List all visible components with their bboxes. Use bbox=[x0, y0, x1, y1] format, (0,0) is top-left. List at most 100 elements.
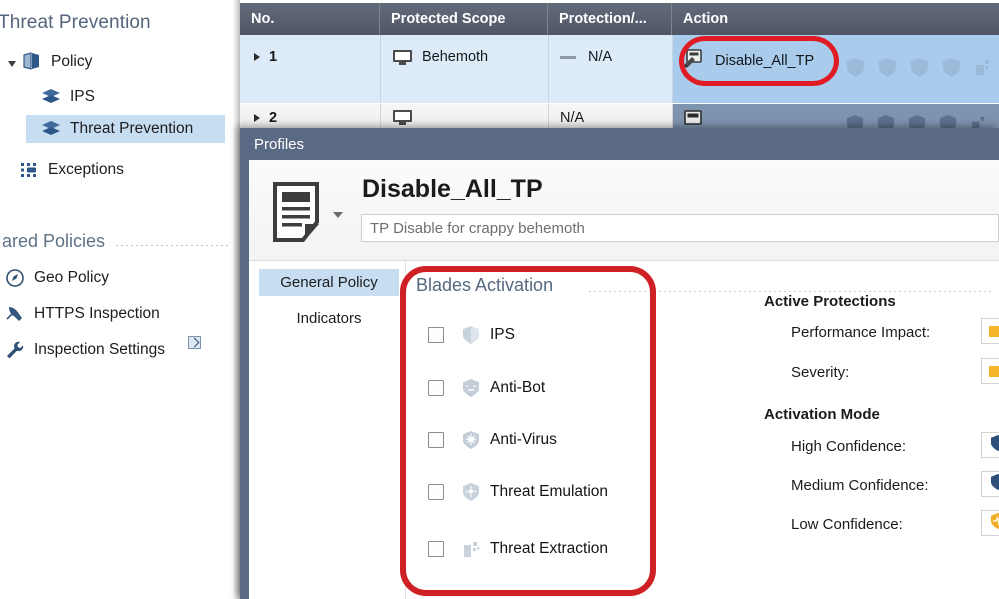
blades-activation-title: Blades Activation bbox=[416, 275, 554, 295]
row-blade-icons bbox=[845, 57, 994, 83]
sidebar-item-geo-policy[interactable]: Geo Policy bbox=[4, 264, 109, 292]
medium-confidence-label: Medium Confidence: bbox=[791, 477, 929, 494]
row-expander[interactable]: 1 bbox=[254, 49, 277, 65]
general-policy-panel: Blades Activation IPS Anti-Bot Anti-Viru… bbox=[406, 261, 999, 599]
anti-virus-icon bbox=[461, 430, 481, 450]
rule-table: No. Protected Scope Protection/... Actio… bbox=[240, 0, 999, 140]
dialog-body: Disable_All_TP TP Disable for crappy beh… bbox=[249, 160, 999, 599]
profile-header: Disable_All_TP TP Disable for crappy beh… bbox=[249, 160, 999, 261]
external-link-icon[interactable] bbox=[188, 336, 201, 349]
monitor-icon bbox=[393, 110, 412, 125]
book-icon bbox=[21, 52, 43, 72]
layers-icon bbox=[40, 119, 62, 139]
checkbox-threat-emulation[interactable] bbox=[428, 484, 444, 500]
shared-policies-header: ared Policies bbox=[2, 231, 106, 251]
blades-activation-dot-rule bbox=[589, 291, 991, 292]
profile-dropdown-caret[interactable] bbox=[333, 212, 343, 218]
blade-row-threat-extraction[interactable]: Threat Extraction bbox=[428, 538, 608, 560]
monitor-icon bbox=[393, 49, 412, 65]
chevron-right-icon[interactable] bbox=[254, 53, 260, 61]
profile-name: Disable_All_TP bbox=[362, 175, 543, 203]
row-expander[interactable]: 2 bbox=[254, 110, 277, 126]
cell-protected-scope-label: Behemoth bbox=[422, 49, 489, 65]
chevron-right-icon[interactable] bbox=[254, 114, 260, 122]
table-header-row: No. Protected Scope Protection/... Actio… bbox=[240, 3, 999, 35]
threat-emulation-icon bbox=[461, 482, 481, 502]
threat-extraction-icon bbox=[973, 57, 994, 83]
severity-value[interactable]: Me bbox=[981, 358, 999, 384]
cell-protection: N/A bbox=[560, 49, 612, 65]
anti-virus-icon bbox=[909, 57, 930, 83]
blade-row-threat-emulation[interactable]: Threat Emulation bbox=[428, 481, 608, 503]
cell-protection-label: N/A bbox=[560, 110, 585, 126]
column-header-action[interactable]: Action bbox=[672, 3, 999, 35]
table-row[interactable]: 1 Behemoth N/A Disable_All_TP bbox=[240, 35, 999, 103]
cell-protected-scope bbox=[393, 110, 412, 125]
threat-extraction-icon bbox=[461, 539, 481, 559]
tab-indicators[interactable]: Indicators bbox=[259, 305, 399, 332]
cell-action[interactable]: Disable_All_TP bbox=[683, 49, 814, 72]
cell-protection: N/A bbox=[560, 110, 584, 126]
threat-emulation-icon bbox=[941, 57, 962, 83]
high-confidence-label: High Confidence: bbox=[791, 438, 907, 455]
layers-icon bbox=[40, 87, 62, 107]
low-confidence-label: Low Confidence: bbox=[791, 516, 903, 533]
sidebar-item-inspection-settings[interactable]: Inspection Settings bbox=[4, 336, 165, 364]
sidebar-item-inspection-settings-label: Inspection Settings bbox=[34, 341, 165, 358]
blade-row-anti-virus[interactable]: Anti-Virus bbox=[428, 429, 557, 451]
anti-bot-icon bbox=[461, 378, 481, 398]
exceptions-icon bbox=[18, 160, 40, 180]
column-header-no[interactable]: No. bbox=[240, 3, 380, 35]
column-header-protected-scope[interactable]: Protected Scope bbox=[380, 3, 548, 35]
sidebar-item-exceptions-label: Exceptions bbox=[48, 161, 124, 178]
sidebar-item-threat-prevention[interactable]: Threat Prevention bbox=[26, 115, 225, 143]
profile-document-icon bbox=[271, 182, 323, 242]
https-inspection-icon bbox=[4, 304, 26, 324]
severity-label: Severity: bbox=[791, 364, 850, 381]
performance-impact-meter bbox=[989, 325, 999, 337]
sidebar-item-exceptions[interactable]: Exceptions bbox=[18, 156, 124, 184]
active-protections-title: Active Protections bbox=[764, 293, 896, 310]
blade-row-anti-bot[interactable]: Anti-Bot bbox=[428, 377, 545, 399]
sidebar-item-threat-prevention-label: Threat Prevention bbox=[70, 120, 194, 137]
column-header-protection[interactable]: Protection/... bbox=[548, 3, 672, 35]
shield-prevent-icon bbox=[989, 473, 999, 495]
activation-mode-title: Activation Mode bbox=[764, 406, 880, 423]
profile-description-input[interactable]: TP Disable for crappy behemoth bbox=[361, 214, 999, 242]
severity-meter bbox=[989, 365, 999, 377]
blade-label-threat-emulation: Threat Emulation bbox=[490, 483, 609, 500]
medium-confidence-value[interactable]: Preven bbox=[981, 471, 999, 497]
dash-icon bbox=[560, 55, 576, 59]
anti-bot-icon bbox=[877, 57, 898, 83]
sidebar-item-https-inspection[interactable]: HTTPS Inspection bbox=[4, 300, 160, 328]
low-confidence-value[interactable]: Detect bbox=[981, 510, 999, 536]
tab-general-policy[interactable]: General Policy bbox=[259, 269, 399, 296]
cell-no: 2 bbox=[269, 110, 278, 126]
blade-label-threat-extraction: Threat Extraction bbox=[490, 540, 609, 557]
sidebar-item-policy[interactable]: Policy bbox=[8, 48, 92, 76]
pane-splitter[interactable] bbox=[233, 0, 240, 599]
profiles-dialog: Profiles Disable_All_TP TP Disable for c… bbox=[240, 128, 999, 599]
navigation-pane: Threat Prevention Policy IPS Threat Prev… bbox=[0, 0, 233, 599]
wrench-icon bbox=[4, 340, 26, 360]
checkbox-ips[interactable] bbox=[428, 327, 444, 343]
profile-pencil-icon bbox=[683, 49, 704, 72]
checkbox-threat-extraction[interactable] bbox=[428, 541, 444, 557]
checkbox-anti-virus[interactable] bbox=[428, 432, 444, 448]
shield-prevent-icon bbox=[989, 434, 999, 456]
high-confidence-value[interactable]: Preven bbox=[981, 432, 999, 458]
blade-label-anti-virus: Anti-Virus bbox=[490, 431, 557, 448]
cell-action-label: Disable_All_TP bbox=[715, 52, 815, 69]
shield-detect-icon bbox=[989, 512, 999, 534]
sidebar-item-https-inspection-label: HTTPS Inspection bbox=[34, 305, 160, 322]
sidebar-item-policy-label: Policy bbox=[51, 53, 93, 70]
sidebar-item-ips[interactable]: IPS bbox=[26, 83, 95, 111]
blade-label-ips: IPS bbox=[490, 326, 515, 343]
sidebar-item-geo-policy-label: Geo Policy bbox=[34, 269, 109, 286]
chevron-down-icon[interactable] bbox=[8, 60, 16, 67]
tab-rail: General Policy Indicators bbox=[249, 261, 405, 599]
checkbox-anti-bot[interactable] bbox=[428, 380, 444, 396]
performance-impact-value[interactable]: Me bbox=[981, 318, 999, 344]
performance-impact-label: Performance Impact: bbox=[791, 324, 931, 341]
blade-row-ips[interactable]: IPS bbox=[428, 324, 515, 346]
